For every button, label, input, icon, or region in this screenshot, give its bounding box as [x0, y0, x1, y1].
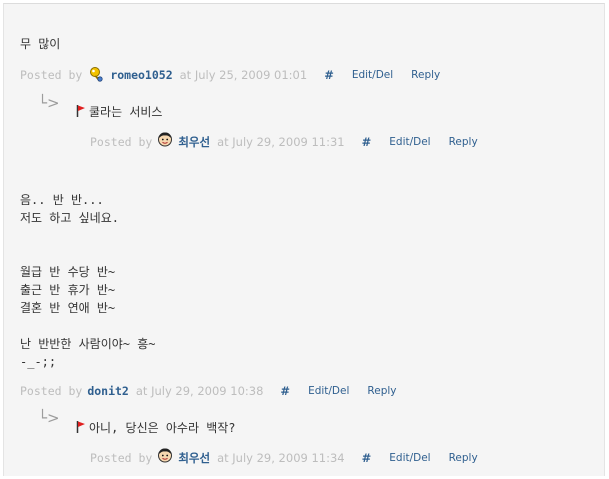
- comment-line: 월급 반 수당 반~: [20, 265, 116, 279]
- posted-by-label: Posted by: [90, 451, 153, 465]
- reply-link[interactable]: Reply: [411, 69, 440, 81]
- reply-link[interactable]: Reply: [367, 385, 396, 397]
- comment-author[interactable]: romeo1052: [110, 68, 172, 82]
- reply-meta: Posted by 최우선 at July 29, 2009 11:34 # E…: [90, 447, 478, 466]
- comment-blank-line: [20, 317, 155, 335]
- permalink-link[interactable]: #: [362, 451, 372, 465]
- comment-blank-line: [20, 245, 155, 263]
- comment-line: 난 반반한 사람이야~ 흥~: [20, 337, 156, 351]
- edit-delete-link[interactable]: Edit/Del: [308, 385, 349, 397]
- reply-author[interactable]: 최우선: [178, 134, 210, 150]
- comment-line: 음.. 반 반...: [20, 193, 104, 207]
- permalink-link[interactable]: #: [324, 68, 334, 82]
- edit-delete-link[interactable]: Edit/Del: [389, 136, 430, 148]
- comment-blank-line: [20, 227, 155, 245]
- face-avatar-icon: [157, 447, 173, 463]
- comment-line: 저도 하고 싶네요.: [20, 211, 119, 225]
- comment-date: at July 25, 2009 01:01: [179, 68, 308, 82]
- posted-by-label: Posted by: [20, 384, 83, 398]
- pin-avatar-icon: [87, 66, 105, 84]
- comment-line: 결혼 반 연애 반~: [20, 301, 116, 315]
- reply-link[interactable]: Reply: [449, 136, 478, 148]
- comment-author[interactable]: donit2: [87, 384, 129, 398]
- comment-line: 출근 반 휴가 반~: [20, 283, 116, 297]
- reply-date: at July 29, 2009 11:34: [217, 451, 345, 465]
- comment-line: 무 많이: [20, 37, 61, 51]
- red-flag-icon: [76, 421, 85, 433]
- reply-arrow-icon: └>: [38, 94, 60, 112]
- comment-meta: Posted by romeo1052 at July 25, 2009 01:…: [20, 66, 440, 84]
- reply-arrow-icon: └>: [38, 409, 60, 427]
- reply-body: 아니, 당신은 아수라 백작?: [76, 419, 236, 437]
- red-flag-icon: [76, 105, 85, 117]
- face-avatar-icon: [157, 131, 173, 147]
- reply-date: at July 29, 2009 11:31: [217, 135, 345, 149]
- comment-body: 음.. 반 반... 저도 하고 싶네요. 월급 반 수당 반~ 출근 반 휴가…: [20, 191, 155, 371]
- comment-meta: Posted by donit2 at July 29, 2009 10:38 …: [20, 384, 397, 398]
- reply-text: 쿨라는 서비스: [89, 105, 163, 119]
- reply-meta: Posted by 최우선 at July 29, 2009 11:31 # E…: [90, 131, 478, 150]
- reply-text: 아니, 당신은 아수라 백작?: [89, 421, 236, 435]
- reply-link[interactable]: Reply: [449, 452, 478, 464]
- reply-author[interactable]: 최우선: [178, 450, 210, 466]
- edit-delete-link[interactable]: Edit/Del: [389, 452, 430, 464]
- comment-date: at July 29, 2009 10:38: [135, 384, 264, 398]
- permalink-link[interactable]: #: [280, 384, 290, 398]
- permalink-link[interactable]: #: [362, 135, 372, 149]
- posted-by-label: Posted by: [90, 135, 153, 149]
- posted-by-label: Posted by: [20, 68, 83, 82]
- comment-line: -_-;;: [20, 355, 57, 369]
- edit-delete-link[interactable]: Edit/Del: [352, 69, 393, 81]
- comment-body: 무 많이: [20, 35, 60, 53]
- reply-body: 쿨라는 서비스: [76, 103, 162, 121]
